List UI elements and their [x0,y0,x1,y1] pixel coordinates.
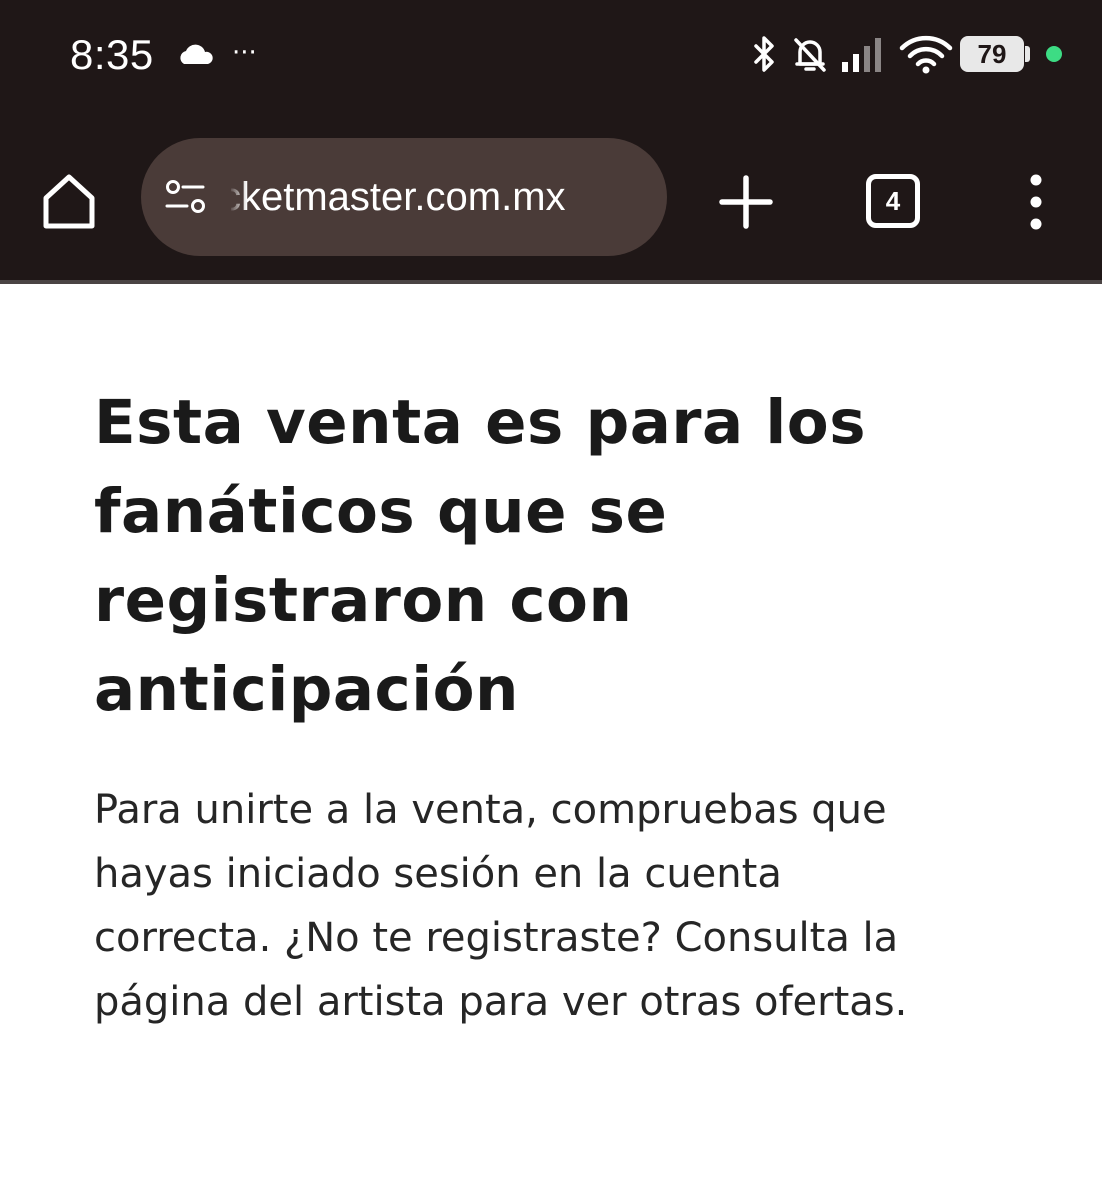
status-time: 8:35 [70,31,154,78]
battery-tip [1025,46,1030,62]
site-settings-icon[interactable] [163,178,209,216]
bluetooth-icon [754,36,774,72]
battery-icon: 79 [960,36,1024,72]
url-text[interactable]: ticketmaster.com.mx [231,138,647,256]
body-line: página del artista para ver otras oferta… [94,979,908,1025]
page-content: Esta venta es para los fanáticos que se … [94,378,1044,1034]
notifications-off-icon [794,38,826,72]
headline-line: anticipación [94,654,519,725]
headline-line: fanáticos que se [94,476,668,547]
page-headline: Esta venta es para los fanáticos que se … [94,378,1044,734]
cellular-signal-icon [842,38,881,72]
active-indicator-dot [1046,46,1062,62]
page-body-text: Para unirte a la venta, compruebas que h… [94,778,1044,1034]
url-value: ticketmaster.com.mx [231,175,566,219]
address-bar[interactable]: ticketmaster.com.mx [141,138,667,256]
wifi-icon [899,35,953,74]
headline-line: Esta venta es para los [94,387,867,458]
tab-count: 4 [885,186,901,216]
body-line: Para unirte a la venta, compruebas que [94,787,887,833]
more-notifications-indicator: ··· [232,38,257,68]
status-bar: 8:35 ··· 79 [0,0,1102,110]
screen: 8:35 ··· 79 ticketmaster.com.mx 4 Esta v… [0,0,1102,1200]
tabs-icon[interactable]: 4 [866,174,920,228]
more-vert-icon[interactable] [1018,170,1054,234]
battery-level: 79 [977,39,1007,69]
cloud-icon [180,44,213,64]
toolbar-divider [0,280,1102,284]
home-icon[interactable] [34,166,104,236]
body-line: correcta. ¿No te registraste? Consulta l… [94,915,899,961]
browser-toolbar: ticketmaster.com.mx 4 [0,110,1102,280]
headline-line: registraron con [94,565,633,636]
url-fade [229,138,247,256]
plus-icon[interactable] [716,172,776,232]
body-line: hayas iniciado sesión en la cuenta [94,851,782,897]
